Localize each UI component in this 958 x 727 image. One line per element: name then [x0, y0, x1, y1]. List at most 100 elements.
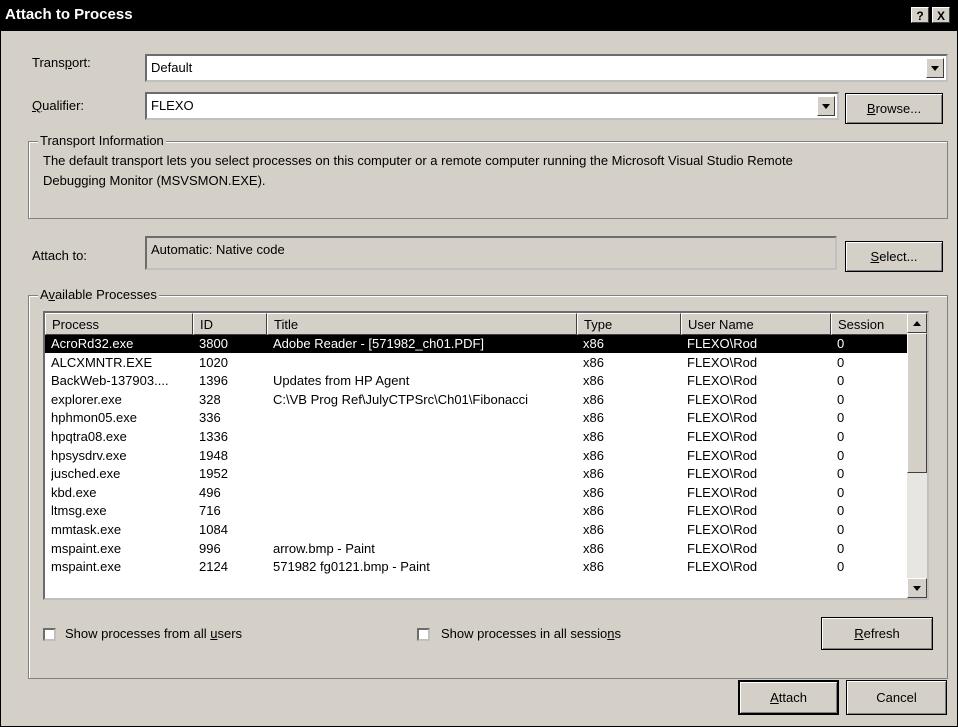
cell-id: 2124 — [199, 559, 228, 575]
browse-button[interactable]: Browse... — [845, 93, 943, 124]
table-row[interactable]: BackWeb-137903.... 1396 Updates from HP Ag… — [45, 372, 909, 390]
cell-type: x86 — [583, 447, 604, 463]
scroll-thumb[interactable] — [907, 333, 927, 473]
cell-session: 0 — [837, 466, 845, 482]
qualifier-combo[interactable]: FLEXO — [145, 92, 839, 120]
table-row[interactable]: hpqtra08.exe 1336 x86 FLEXO\Rod 0 — [45, 428, 909, 446]
cell-process: ltmsg.exe — [51, 503, 107, 519]
cell-type: x86 — [583, 540, 604, 556]
attach-button[interactable]: Attach — [738, 680, 839, 715]
column-header-type[interactable]: Type — [577, 313, 681, 335]
cell-session: 0 — [837, 540, 845, 556]
attach-to-process-dialog: Attach to Process ? X Transport: Default… — [0, 0, 958, 727]
chevron-down-icon — [931, 65, 939, 71]
cell-user-name: FLEXO\Rod — [687, 503, 758, 519]
cell-title: Adobe Reader - [571982_ch01.PDF] — [273, 336, 485, 351]
table-row[interactable]: explorer.exe 328 C:\VB Prog Ref\JulyCTPSrc… — [45, 391, 909, 409]
column-header-session[interactable]: Session — [831, 313, 909, 335]
cell-type: x86 — [583, 391, 604, 407]
cell-process: mspaint.exe — [51, 540, 122, 556]
cell-type: x86 — [583, 354, 604, 370]
cell-type: x86 — [583, 466, 604, 482]
transport-dropdown-button[interactable] — [926, 58, 944, 78]
attach-to-value: Automatic: Native code — [151, 242, 285, 257]
transport-label: Transport: — [32, 55, 91, 70]
table-row[interactable]: mspaint.exe 996 arrow.bmp - Paint x86 FLEXO\… — [45, 540, 909, 558]
cell-id: 3800 — [199, 336, 228, 351]
cell-session: 0 — [837, 503, 845, 519]
cell-process: ALCXMNTR.EXE — [51, 354, 153, 370]
cell-process: hpqtra08.exe — [51, 429, 127, 444]
column-header-user-name[interactable]: User Name — [681, 313, 831, 335]
close-button[interactable]: X — [932, 7, 950, 23]
column-header-process[interactable]: Process — [45, 313, 193, 335]
cell-process: hpsysdrv.exe — [51, 447, 127, 463]
transport-info-legend: Transport Information — [38, 133, 166, 148]
all-sessions-label[interactable]: Show processes in all sessions — [441, 626, 621, 641]
cell-user-name: FLEXO\Rod — [687, 522, 758, 537]
qualifier-dropdown-button[interactable] — [817, 96, 835, 116]
all-users-label[interactable]: Show processes from all users — [65, 626, 242, 641]
table-row[interactable]: AcroRd32.exe 3800 Adobe Reader - [571982_c… — [45, 335, 909, 353]
cell-type: x86 — [583, 522, 604, 537]
cell-type: x86 — [583, 559, 604, 575]
table-row[interactable]: hphmon05.exe 336 x86 FLEXO\Rod 0 — [45, 409, 909, 427]
cell-id: 1336 — [199, 429, 228, 444]
cell-title: Updates from HP Agent — [273, 373, 410, 389]
table-row[interactable]: ltmsg.exe 716 x86 FLEXO\Rod 0 — [45, 502, 909, 520]
cell-id: 496 — [199, 484, 221, 500]
available-processes-legend: Available Processes — [38, 287, 159, 302]
table-row[interactable]: mmtask.exe 1084 x86 FLEXO\Rod 0 — [45, 521, 909, 539]
cell-user-name: FLEXO\Rod — [687, 447, 758, 463]
cell-session: 0 — [837, 373, 845, 389]
chevron-down-icon — [822, 103, 830, 109]
scroll-up-button[interactable] — [907, 313, 927, 333]
cell-title: arrow.bmp - Paint — [273, 540, 375, 556]
table-row[interactable]: ALCXMNTR.EXE 1020 x86 FLEXO\Rod 0 — [45, 354, 909, 372]
cell-type: x86 — [583, 503, 604, 519]
table-row[interactable]: jusched.exe 1952 x86 FLEXO\Rod 0 — [45, 465, 909, 483]
all-sessions-checkbox[interactable] — [417, 628, 430, 641]
all-users-checkbox[interactable] — [43, 628, 56, 641]
cell-id: 716 — [199, 503, 221, 519]
chevron-up-icon — [913, 320, 921, 326]
cell-user-name: FLEXO\Rod — [687, 391, 758, 407]
cell-id: 996 — [199, 540, 221, 556]
cell-user-name: FLEXO\Rod — [687, 484, 758, 500]
cell-process: jusched.exe — [51, 466, 121, 482]
transport-value: Default — [151, 60, 193, 75]
cell-id: 1948 — [199, 447, 228, 463]
cell-user-name: FLEXO\Rod — [687, 429, 758, 444]
select-button[interactable]: Select... — [845, 241, 943, 272]
cell-type: x86 — [583, 484, 604, 500]
cell-id: 336 — [199, 410, 221, 426]
qualifier-value: FLEXO — [151, 98, 194, 113]
cell-title: 571982 fg0121.bmp - Paint — [273, 559, 430, 575]
table-row[interactable]: hpsysdrv.exe 1948 x86 FLEXO\Rod 0 — [45, 447, 909, 465]
column-header-title[interactable]: Title — [267, 313, 577, 335]
table-row[interactable]: mspaint.exe 2124 571982 fg0121.bmp - Paint… — [45, 558, 909, 576]
cell-id: 1952 — [199, 466, 228, 482]
cancel-button[interactable]: Cancel — [846, 680, 947, 715]
column-header-id[interactable]: ID — [193, 313, 267, 335]
scroll-down-button[interactable] — [907, 578, 927, 598]
cell-user-name: FLEXO\Rod — [687, 559, 758, 575]
cell-user-name: FLEXO\Rod — [687, 540, 758, 556]
cell-session: 0 — [837, 484, 845, 500]
qualifier-label: Qualifier: — [32, 98, 85, 113]
cell-user-name: FLEXO\Rod — [687, 373, 758, 389]
help-button[interactable]: ? — [911, 7, 929, 23]
cell-type: x86 — [583, 336, 604, 351]
process-list-scrollbar[interactable] — [907, 313, 927, 598]
cell-process: mmtask.exe — [51, 522, 122, 537]
cell-user-name: FLEXO\Rod — [687, 466, 758, 482]
refresh-button[interactable]: Refresh — [821, 617, 933, 650]
cell-title: C:\VB Prog Ref\JulyCTPSrc\Ch01\Fibonacci — [273, 391, 529, 407]
table-row[interactable]: kbd.exe 496 x86 FLEXO\Rod 0 — [45, 484, 909, 502]
transport-combo[interactable]: Default — [145, 54, 948, 82]
window-title: Attach to Process — [5, 6, 133, 23]
process-list[interactable]: Process ID Title Type User Name Session … — [43, 311, 929, 600]
transport-info-line1: The default transport lets you select pr… — [43, 153, 793, 168]
cell-session: 0 — [837, 391, 845, 407]
cell-process: BackWeb-137903.... — [51, 373, 169, 389]
